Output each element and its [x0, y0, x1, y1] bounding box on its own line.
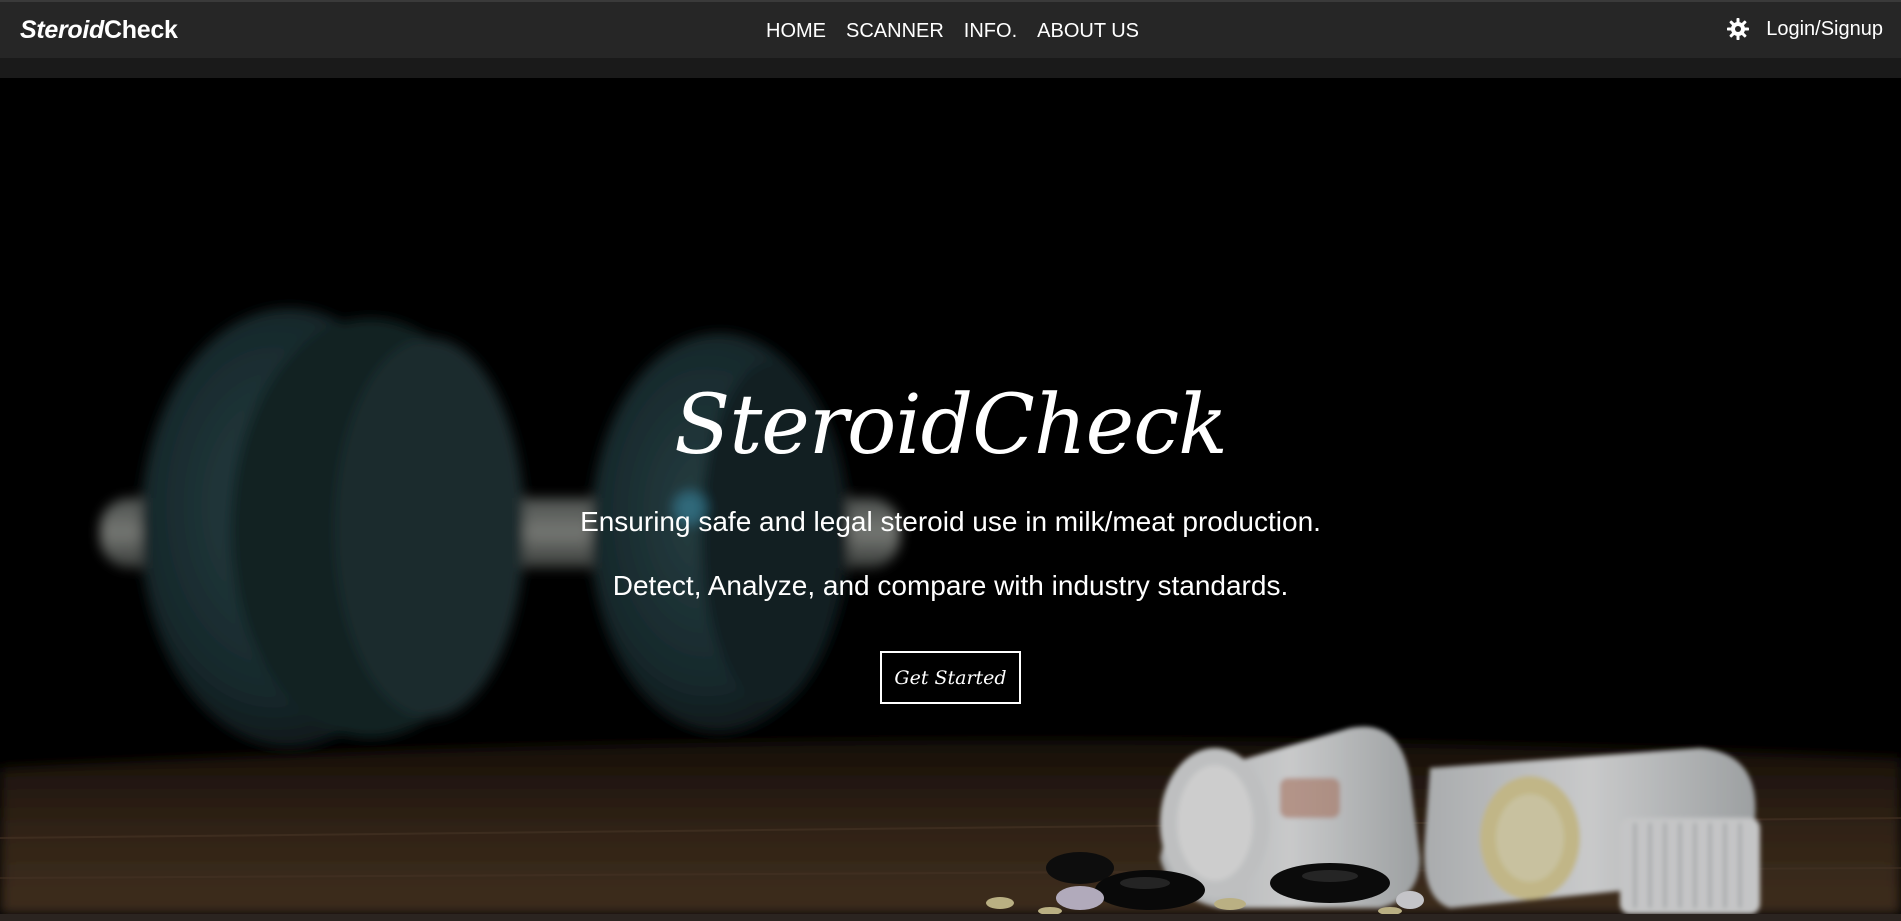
brand-italic: Steroid	[20, 16, 105, 44]
hero-subtitle-2: Detect, Analyze, and compare with indust…	[612, 570, 1289, 601]
bottom-strip	[0, 914, 1901, 921]
top-navbar: SteroidCheck HOME SCANNER INFO. ABOUT US…	[0, 0, 1901, 58]
login-signup-link[interactable]: Login/Signup	[1766, 18, 1883, 41]
brand-bold: Check	[104, 16, 178, 44]
gear-icon[interactable]	[1726, 17, 1750, 41]
nav-scanner-link[interactable]: SCANNER	[846, 20, 944, 43]
brand-logo[interactable]: SteroidCheck	[20, 16, 178, 45]
nav-info-link[interactable]: INFO.	[964, 20, 1017, 43]
get-started-button[interactable]: Get Started	[880, 651, 1021, 704]
nav-links: HOME SCANNER INFO. ABOUT US	[766, 20, 1139, 43]
navbar-underbar	[0, 58, 1901, 78]
nav-home-link[interactable]: HOME	[766, 20, 826, 43]
hero-subtitle-1: Ensuring safe and legal steroid use in m…	[580, 506, 1321, 537]
nav-about-link[interactable]: ABOUT US	[1037, 20, 1139, 43]
nav-right: Login/Signup	[1726, 17, 1883, 41]
hero-section: SteroidCheck Ensuring safe and legal ste…	[0, 78, 1901, 914]
hero-background-image	[0, 78, 1901, 914]
hero-title: SteroidCheck	[674, 378, 1228, 473]
